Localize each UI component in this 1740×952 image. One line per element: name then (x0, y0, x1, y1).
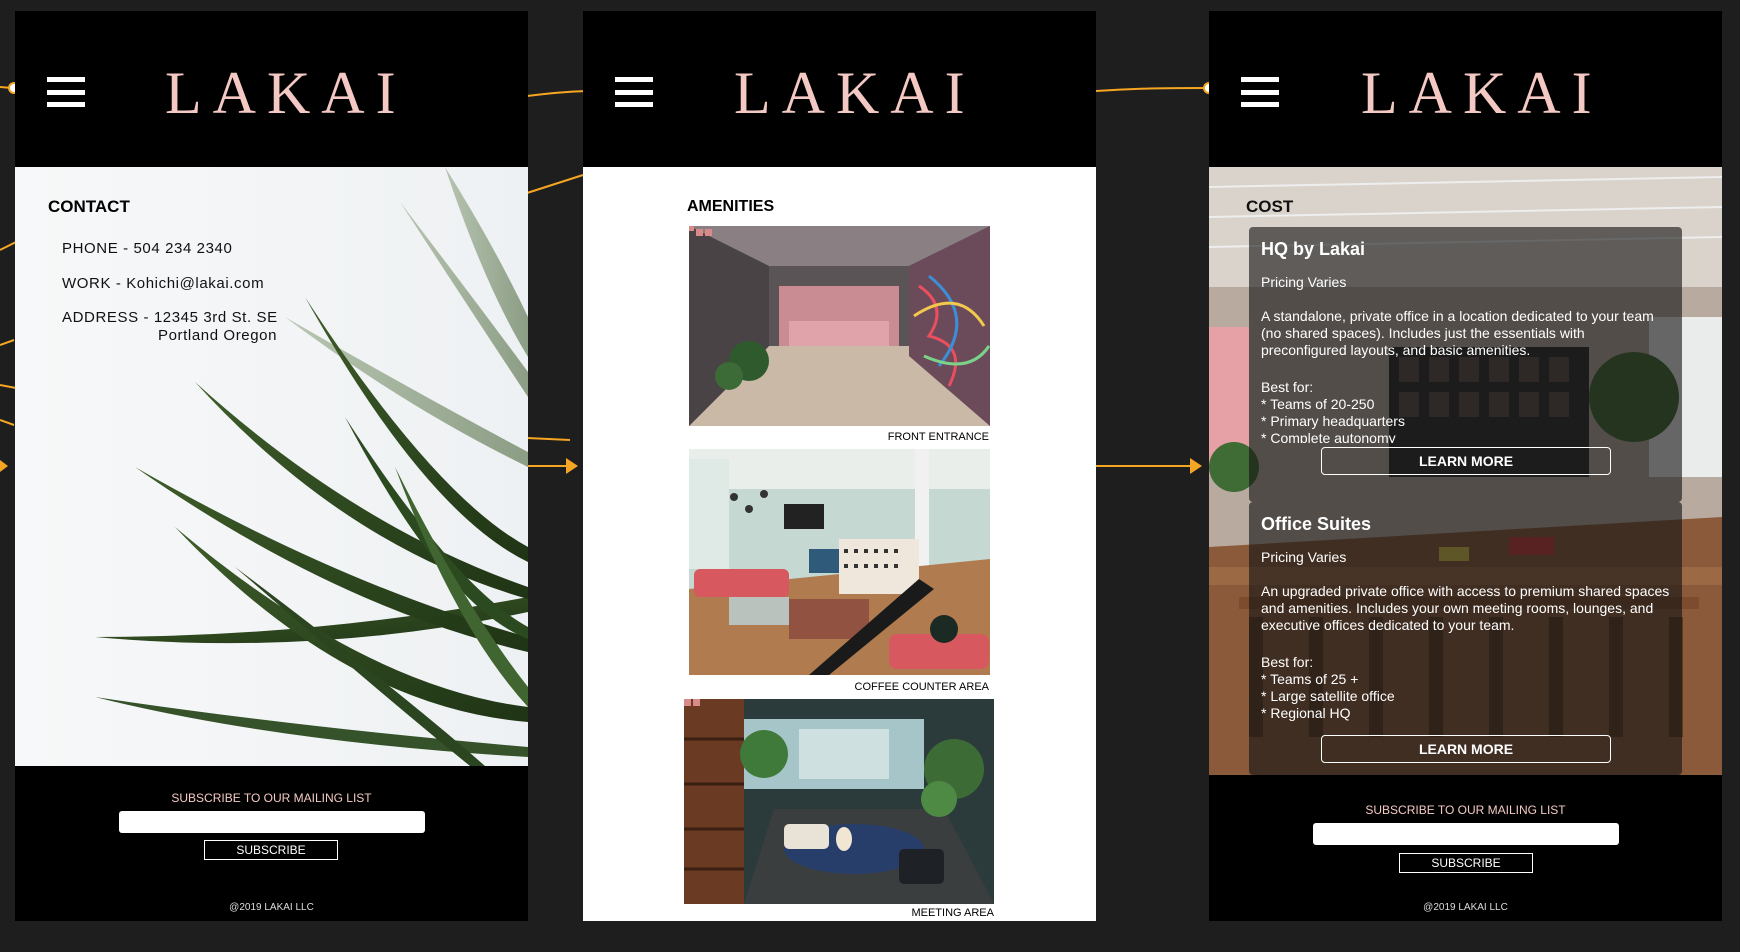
amenities-screen: LAKAI AMENITIES FRONT ENTRANCE COFFEE CO… (583, 11, 1096, 921)
best-for-item: * Large satellite office (1261, 688, 1395, 704)
coffee-counter-image (689, 449, 990, 675)
header: LAKAI (15, 11, 528, 167)
card-description: An upgraded private office with access t… (1261, 583, 1670, 633)
phone-text[interactable]: PHONE - 504 234 2340 (62, 240, 232, 257)
subscribe-label: SUBSCRIBE TO OUR MAILING LIST (1365, 803, 1566, 817)
best-for-item: * Teams of 20-250 (1261, 396, 1375, 412)
menu-icon[interactable] (615, 77, 653, 107)
card-description: A standalone, private office in a locati… (1261, 308, 1654, 358)
subscribe-button[interactable]: SUBSCRIBE (204, 840, 338, 860)
contact-title: CONTACT (48, 197, 130, 216)
cost-screen: LAKAI COST HQ by Lakai Pricing Varies A … (1209, 11, 1722, 921)
amenities-title: AMENITIES (687, 198, 775, 215)
header: LAKAI (583, 11, 1096, 167)
menu-icon[interactable] (1241, 77, 1279, 107)
pricing-card-office-suites: Office Suites Pricing Varies An upgraded… (1249, 502, 1682, 775)
photo-caption: FRONT ENTRANCE (887, 431, 989, 443)
card-title: HQ by Lakai (1261, 239, 1366, 259)
address-city-text: Portland Oregon (158, 327, 278, 344)
footer: SUBSCRIBE TO OUR MAILING LIST SUBSCRIBE … (1209, 775, 1722, 921)
contact-hero: CONTACT PHONE - 504 234 2340 WORK - Kohi… (15, 167, 528, 766)
email-input[interactable] (1313, 823, 1619, 845)
meeting-area-photo[interactable] (684, 699, 994, 904)
header: LAKAI (1209, 11, 1722, 167)
copyright-text: @2019 LAKAI LLC (1423, 902, 1508, 913)
best-for-label: Best for: (1261, 379, 1314, 395)
copyright-text: @2019 LAKAI LLC (229, 902, 314, 913)
cost-hero: COST HQ by Lakai Pricing Varies A standa… (1209, 167, 1722, 775)
learn-more-button[interactable]: LEARN MORE (1321, 735, 1611, 763)
menu-icon[interactable] (47, 77, 85, 107)
card-price: Pricing Varies (1261, 274, 1347, 290)
best-for-item: * Complete autonomy (1261, 430, 1396, 443)
coffee-counter-photo[interactable] (689, 449, 990, 675)
email-text[interactable]: WORK - Kohichi@lakai.com (62, 275, 264, 292)
meeting-area-image (684, 699, 994, 904)
best-for-item: * Teams of 25 + (1261, 671, 1359, 687)
logo[interactable]: LAKAI (165, 63, 407, 123)
cost-title: COST (1246, 197, 1294, 216)
footer: SUBSCRIBE TO OUR MAILING LIST SUBSCRIBE … (15, 766, 528, 921)
front-entrance-image (689, 226, 990, 426)
best-for-label: Best for: (1261, 654, 1314, 670)
card-title: Office Suites (1261, 514, 1372, 534)
pricing-card-hq: HQ by Lakai Pricing Varies A standalone,… (1249, 227, 1682, 502)
learn-more-button[interactable]: LEARN MORE (1321, 447, 1611, 475)
email-input[interactable] (119, 811, 425, 833)
subscribe-button[interactable]: SUBSCRIBE (1399, 853, 1533, 873)
logo[interactable]: LAKAI (734, 63, 976, 123)
contact-screen: LAKAI CONTACT PHONE - 504 234 2340 WORK … (15, 11, 528, 921)
best-for-item: * Primary headquarters (1261, 413, 1405, 429)
front-entrance-photo[interactable] (689, 226, 990, 426)
photo-caption: COFFEE COUNTER AREA (854, 681, 989, 693)
subscribe-label: SUBSCRIBE TO OUR MAILING LIST (171, 791, 372, 805)
address-text: ADDRESS - 12345 3rd St. SE (62, 309, 278, 326)
card-price: Pricing Varies (1261, 549, 1347, 565)
best-for-item: * Regional HQ (1261, 705, 1351, 721)
logo[interactable]: LAKAI (1361, 63, 1603, 123)
photo-caption: MEETING AREA (911, 907, 994, 919)
